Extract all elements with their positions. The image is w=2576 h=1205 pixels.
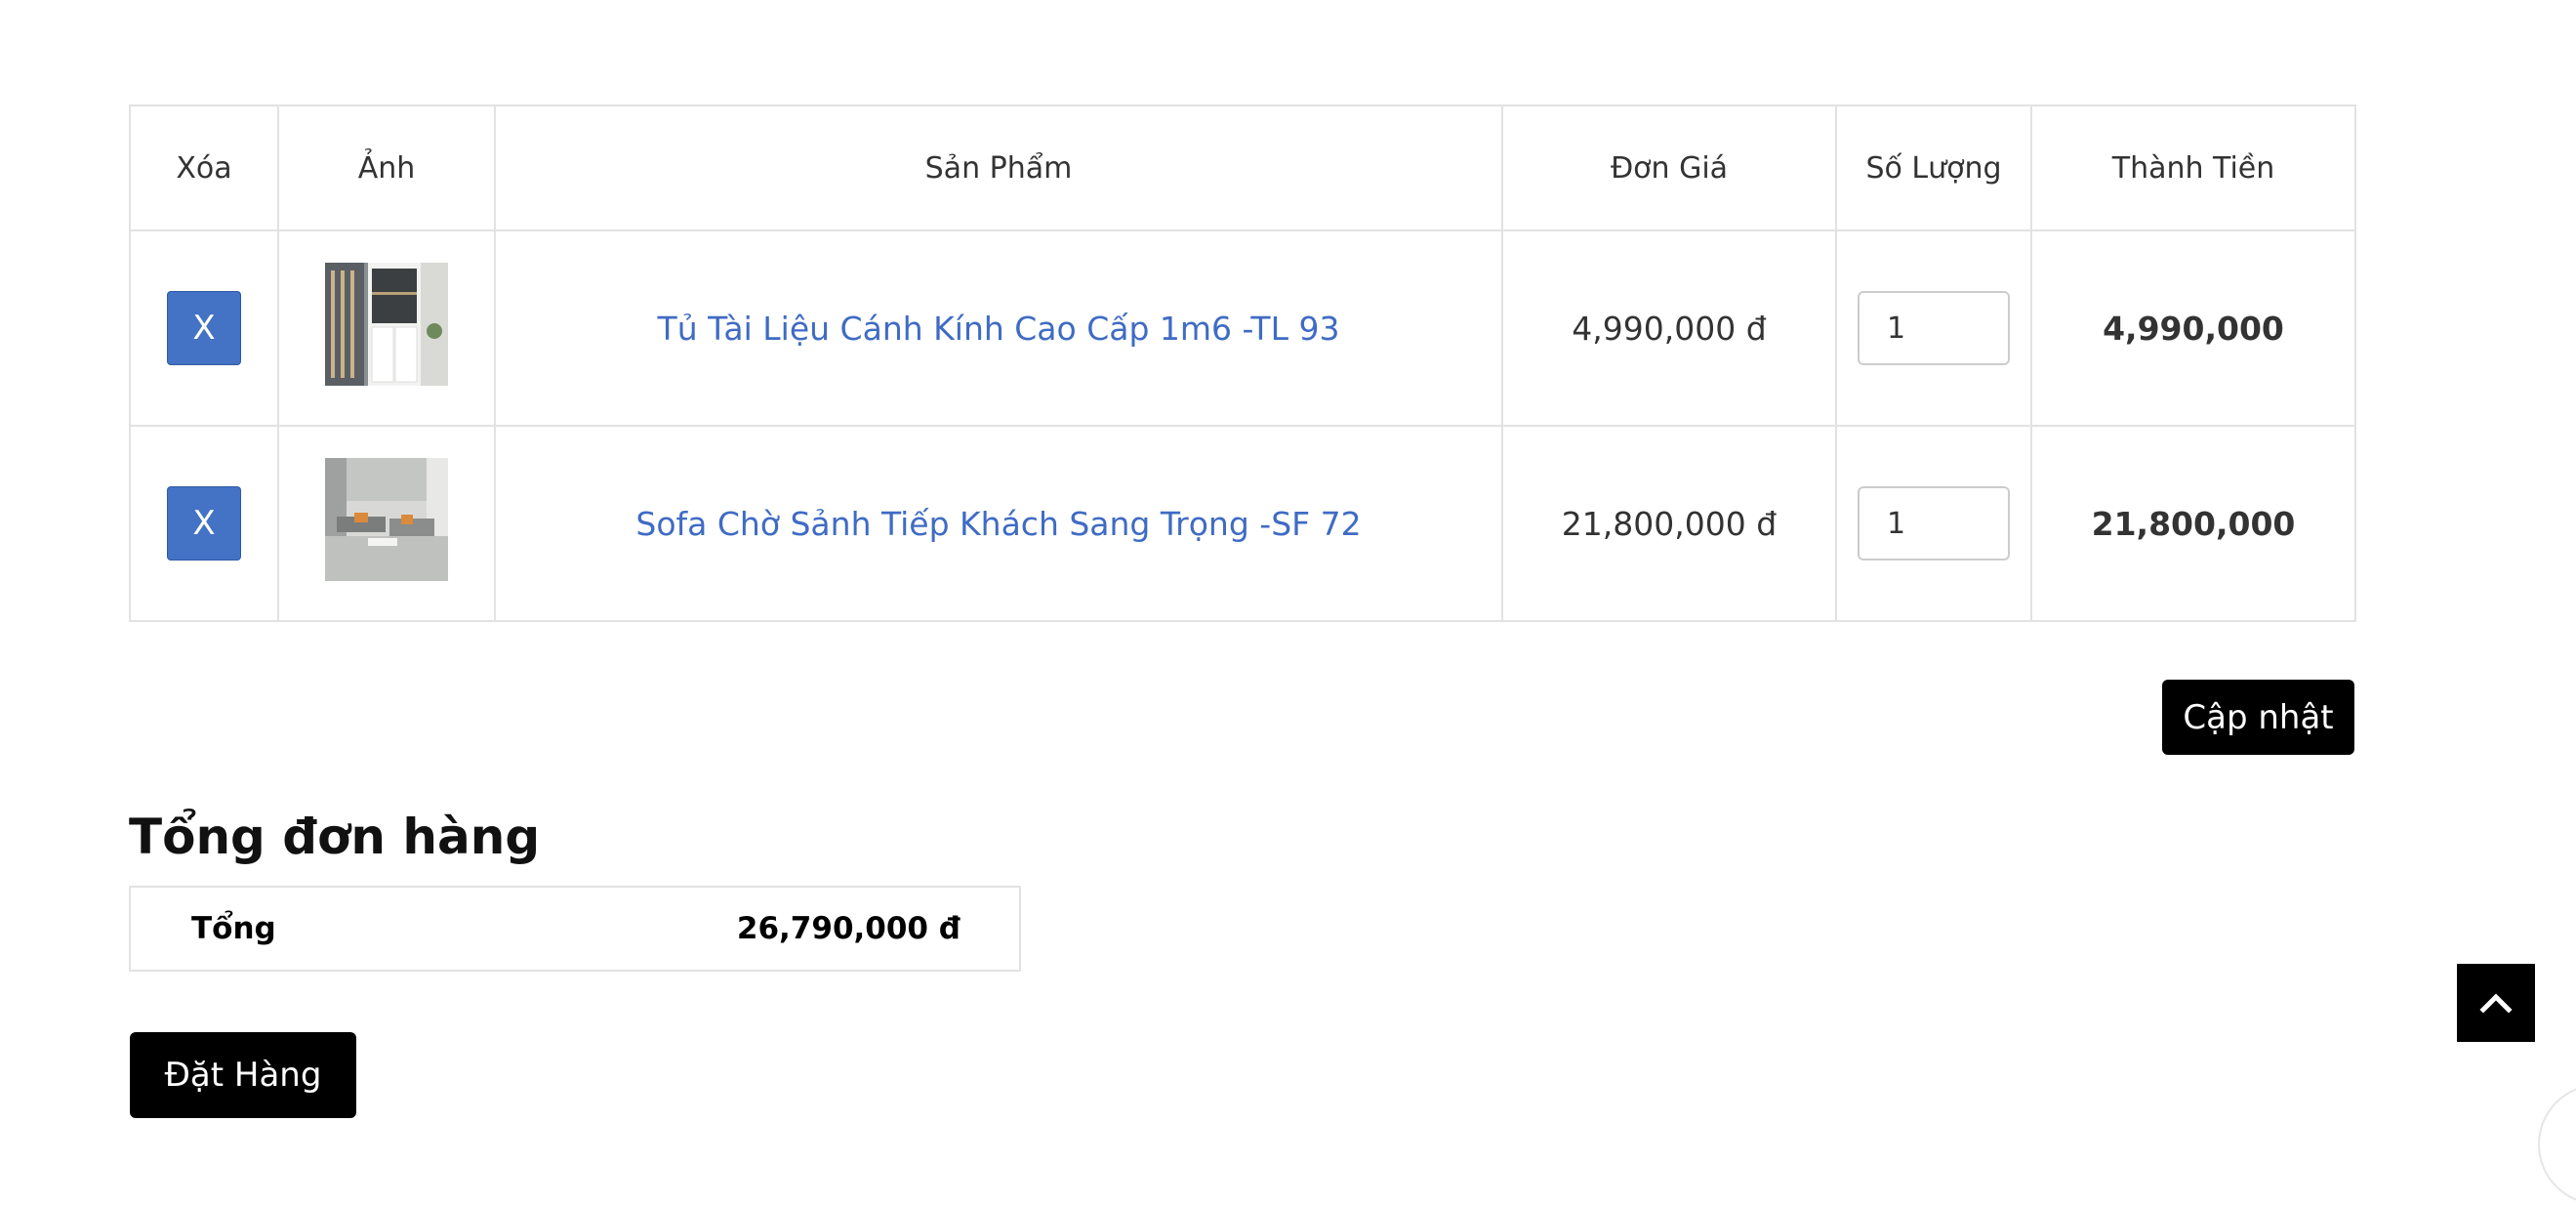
line-total: 4,990,000	[2103, 309, 2284, 348]
quantity-cell	[1835, 229, 2032, 427]
sofa-thumbnail-icon[interactable]	[325, 458, 448, 581]
header-image: Ảnh	[277, 104, 496, 231]
order-summary-title: Tổng đơn hàng	[129, 809, 541, 865]
header-line-total: Thành Tiền	[2030, 104, 2356, 231]
unit-price-cell: 21,800,000 đ	[1501, 425, 1837, 622]
quantity-cell	[1835, 425, 2032, 622]
corner-decoration	[2538, 1084, 2576, 1205]
image-cell	[277, 229, 496, 427]
line-total-cell: 21,800,000	[2030, 425, 2356, 622]
line-total: 21,800,000	[2091, 504, 2296, 543]
product-link[interactable]: Sofa Chờ Sảnh Tiếp Khách Sang Trọng -SF …	[635, 505, 1361, 543]
quantity-input[interactable]	[1858, 291, 2010, 365]
order-summary-box: Tổng 26,790,000 đ	[129, 886, 1021, 972]
header-quantity: Số Lượng	[1835, 104, 2032, 231]
delete-cell: X	[129, 425, 279, 622]
header-unit-price: Đơn Giá	[1501, 104, 1837, 231]
delete-cell: X	[129, 229, 279, 427]
table-header-row: Xóa Ảnh Sản Phẩm Đơn Giá Số Lượng Thành …	[129, 104, 2356, 231]
line-total-cell: 4,990,000	[2030, 229, 2356, 427]
delete-item-button[interactable]: X	[167, 486, 241, 561]
total-value: 26,790,000 đ	[736, 911, 961, 946]
update-cart-button[interactable]: Cập nhật	[2162, 680, 2354, 755]
scroll-to-top-button[interactable]	[2457, 964, 2535, 1042]
header-delete: Xóa	[129, 104, 279, 231]
table-row: X	[129, 229, 2356, 427]
chevron-up-icon	[2479, 993, 2513, 1014]
cart-table: Xóa Ảnh Sản Phẩm Đơn Giá Số Lượng Thành …	[129, 104, 2356, 622]
quantity-input[interactable]	[1858, 486, 2010, 561]
total-label: Tổng	[191, 911, 276, 946]
header-product: Sản Phẩm	[494, 104, 1503, 231]
delete-item-button[interactable]: X	[167, 291, 241, 365]
product-cell: Tủ Tài Liệu Cánh Kính Cao Cấp 1m6 -TL 93	[494, 229, 1503, 427]
place-order-button[interactable]: Đặt Hàng	[130, 1032, 356, 1118]
unit-price-cell: 4,990,000 đ	[1501, 229, 1837, 427]
product-cell: Sofa Chờ Sảnh Tiếp Khách Sang Trọng -SF …	[494, 425, 1503, 622]
cabinet-thumbnail-icon[interactable]	[325, 263, 448, 386]
product-link[interactable]: Tủ Tài Liệu Cánh Kính Cao Cấp 1m6 -TL 93	[658, 310, 1340, 348]
table-row: X	[129, 425, 2356, 622]
image-cell	[277, 425, 496, 622]
